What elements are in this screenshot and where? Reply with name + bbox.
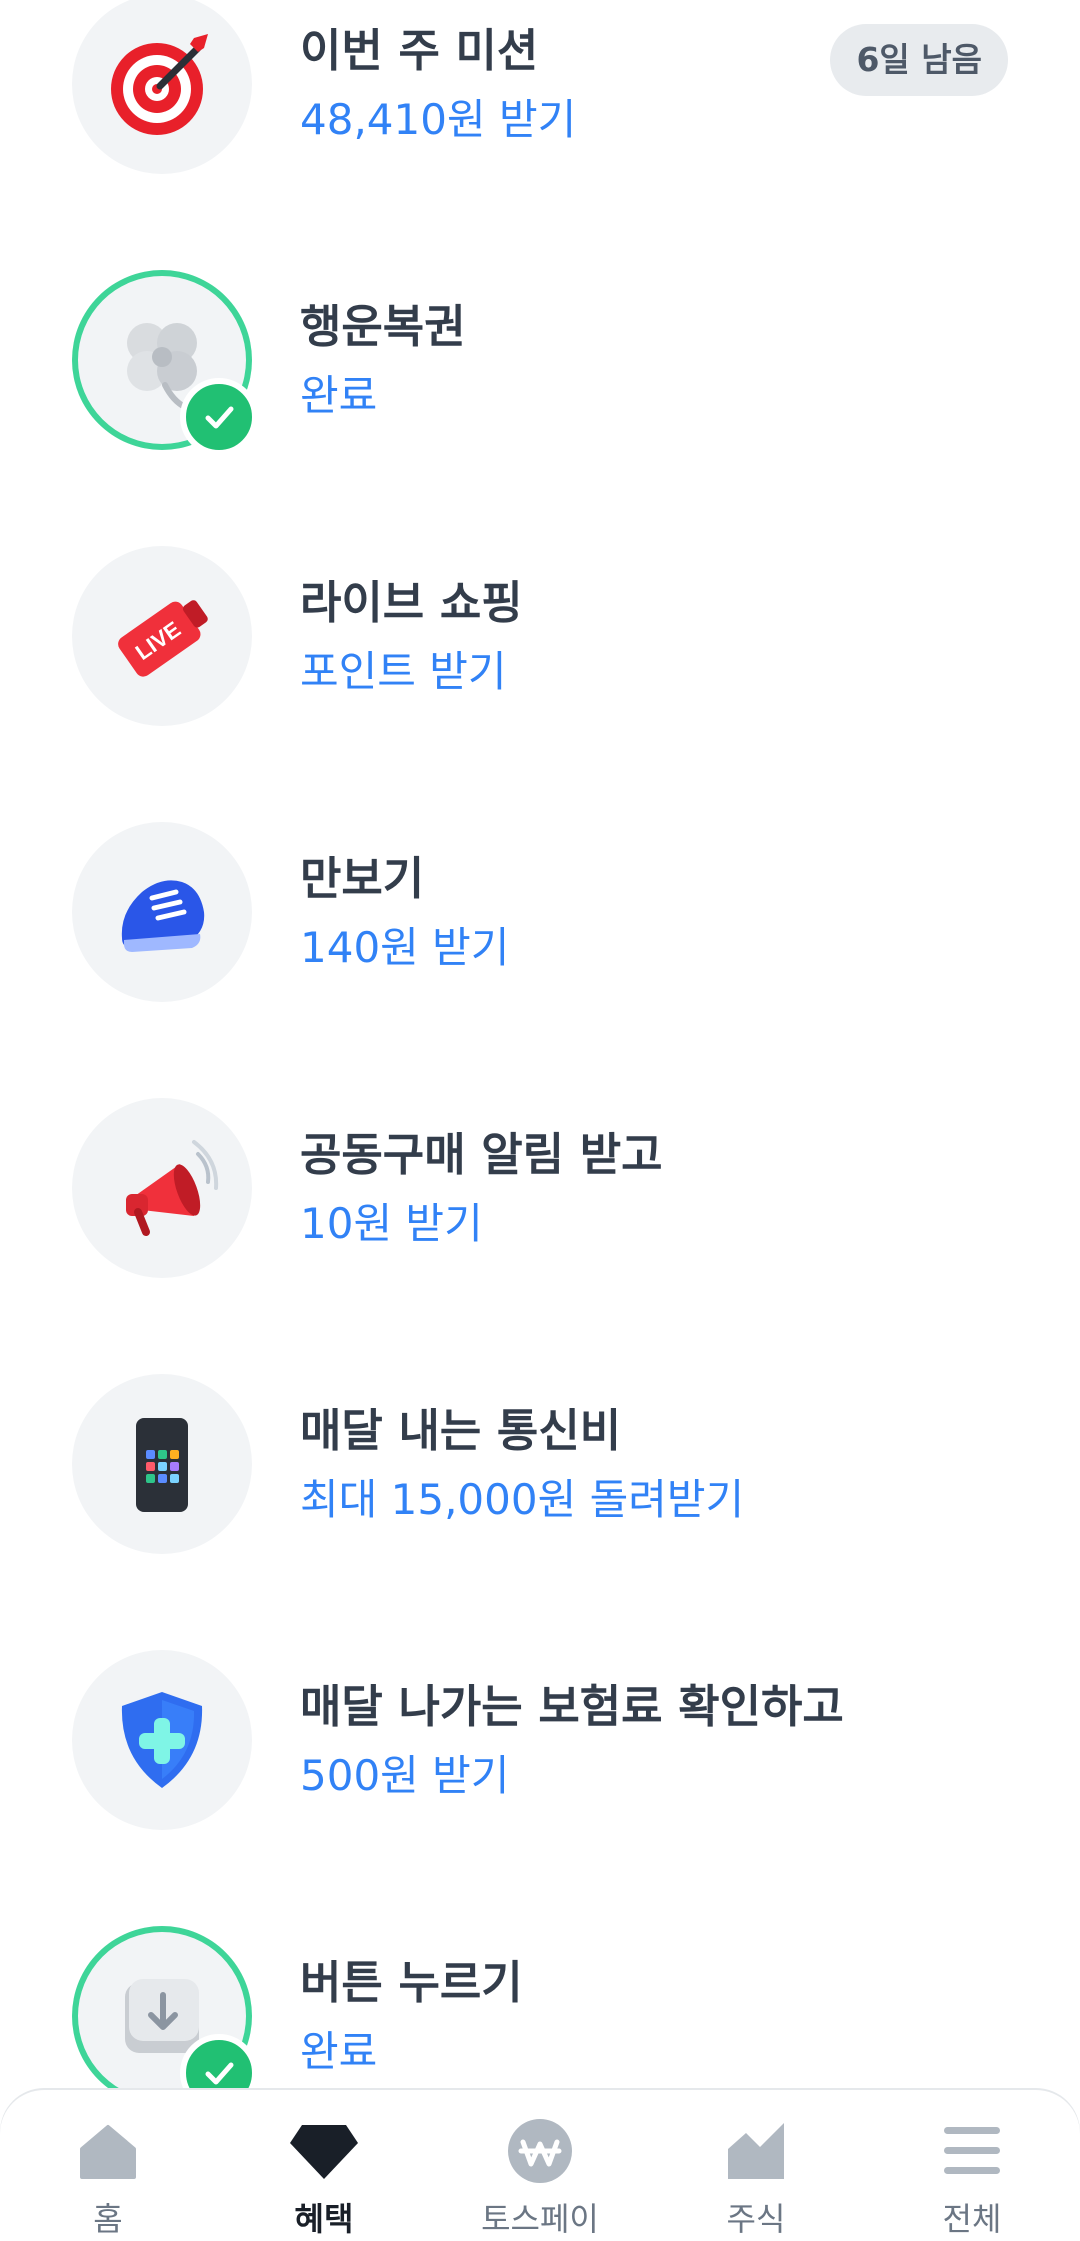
menu-icon — [940, 2118, 1004, 2184]
list-item-insurance[interactable]: 매달 나가는 보험료 확인하고 500원 받기 — [0, 1650, 1080, 1850]
tab-label: 홈 — [93, 2200, 123, 2238]
tab-stocks[interactable]: 주식 — [648, 2090, 864, 2241]
phone-icon — [136, 1418, 188, 1512]
home-icon — [76, 2118, 140, 2184]
tab-label: 전체 — [942, 2200, 1002, 2238]
item-title: 매달 나가는 보험료 확인하고 — [300, 1680, 844, 1733]
target-dart-icon — [111, 34, 208, 135]
list-item-group-buy-alert[interactable]: 공동구매 알림 받고 10원 받기 — [0, 1098, 1080, 1298]
phone-icon-circle — [72, 1374, 252, 1554]
item-title: 라이브 쇼핑 — [300, 576, 523, 629]
pedometer-icon-circle — [72, 822, 252, 1002]
megaphone-icon — [126, 1140, 219, 1236]
live-icon-circle: LIVE — [72, 546, 252, 726]
tab-label: 주식 — [726, 2200, 786, 2238]
item-title: 공동구매 알림 받고 — [300, 1128, 663, 1181]
item-subtitle: 140원 받기 — [300, 923, 510, 972]
shield-icon-circle — [72, 1650, 252, 1830]
item-title: 이번 주 미션 — [300, 24, 539, 77]
tab-all[interactable]: 전체 — [864, 2090, 1080, 2241]
item-subtitle: 10원 받기 — [300, 1199, 483, 1248]
list-item-pedometer[interactable]: 만보기 140원 받기 — [0, 822, 1080, 1022]
list-item-live-shopping[interactable]: LIVE 라이브 쇼핑 포인트 받기 — [0, 546, 1080, 746]
list-item-weekly-mission[interactable]: 이번 주 미션 48,410원 받기 6일 남음 — [0, 0, 1080, 194]
benefits-screen: 이번 주 미션 48,410원 받기 6일 남음 행운복권 완료 LIVE 라이… — [0, 0, 1080, 2241]
megaphone-icon-circle — [72, 1098, 252, 1278]
tab-tosspay[interactable]: 토스페이 — [432, 2090, 648, 2241]
mission-icon-circle — [72, 0, 252, 174]
days-left-badge: 6일 남음 — [830, 24, 1008, 96]
item-subtitle: 완료 — [300, 371, 378, 420]
bottom-tab-bar: 홈 혜택 토스페이 주식 전체 — [0, 2090, 1080, 2241]
tab-label: 혜택 — [294, 2200, 354, 2238]
tab-home[interactable]: 홈 — [0, 2090, 216, 2241]
chart-icon — [724, 2118, 788, 2184]
shield-plus-icon — [121, 1692, 203, 1788]
item-title: 행운복권 — [300, 300, 466, 353]
item-title: 버튼 누르기 — [300, 1956, 523, 2009]
won-coin-icon — [507, 2118, 573, 2184]
item-subtitle: 완료 — [300, 2027, 378, 2076]
list-item-phone-bill[interactable]: 매달 내는 통신비 최대 15,000원 돌려받기 — [0, 1374, 1080, 1574]
completed-check-icon — [180, 378, 258, 456]
item-subtitle: 포인트 받기 — [300, 647, 507, 696]
diamond-icon — [288, 2118, 360, 2184]
item-subtitle: 최대 15,000원 돌려받기 — [300, 1475, 745, 1524]
live-tag-icon: LIVE — [118, 600, 208, 677]
item-subtitle: 500원 받기 — [300, 1751, 510, 1800]
tab-benefits[interactable]: 혜택 — [216, 2090, 432, 2241]
list-item-lucky-lottery[interactable]: 행운복권 완료 — [0, 270, 1080, 470]
item-subtitle: 48,410원 받기 — [300, 95, 577, 144]
item-title: 매달 내는 통신비 — [300, 1404, 622, 1457]
tab-label: 토스페이 — [481, 2200, 599, 2238]
sneaker-icon — [121, 880, 205, 952]
item-title: 만보기 — [300, 852, 425, 905]
